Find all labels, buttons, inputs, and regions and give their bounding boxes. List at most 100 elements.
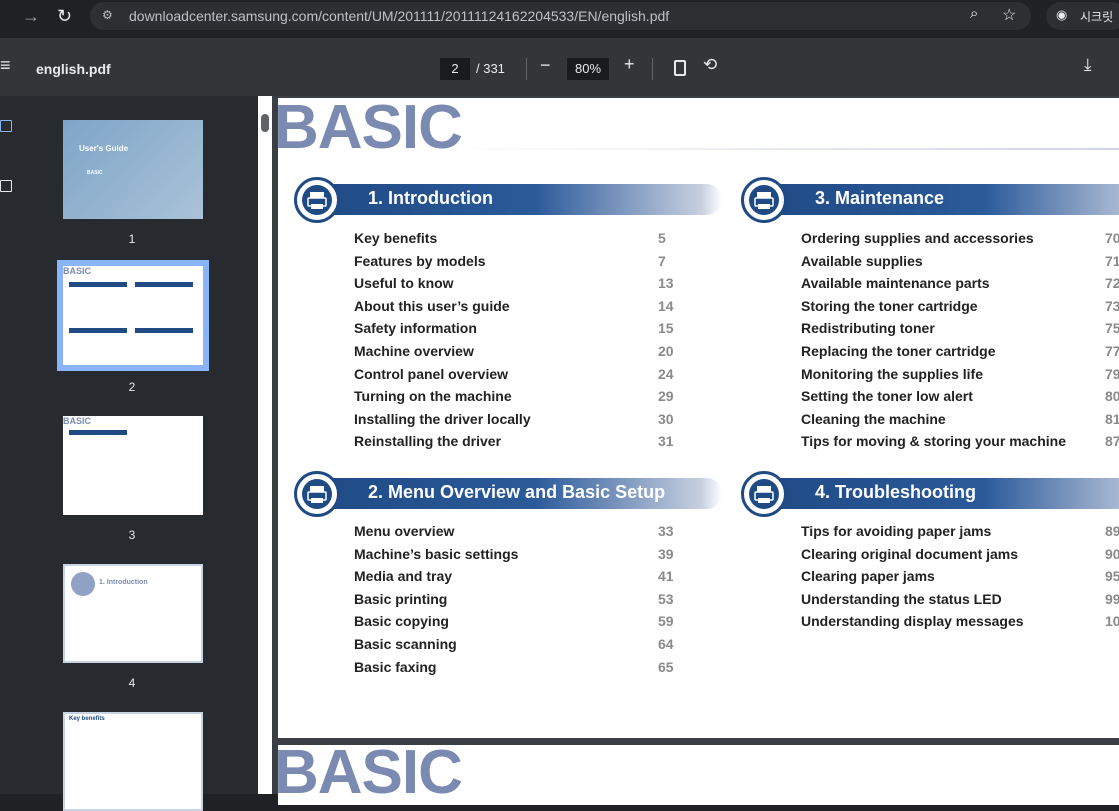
toc-entry[interactable]: Understanding display messages 101 <box>801 613 1119 636</box>
url-field[interactable]: ⚙ downloadcenter.samsung.com/content/UM/… <box>90 2 1031 30</box>
magnifier-icon[interactable]: ⌕ <box>970 5 978 22</box>
toc-entry[interactable]: Available maintenance parts 72 <box>801 275 1119 298</box>
toc-entry-page: 101 <box>1105 613 1119 630</box>
thumbnail-decor <box>71 572 95 596</box>
toc-entry-page: 71 <box>1105 252 1119 269</box>
thumbnail-title: User's Guide <box>79 144 129 153</box>
section-header-4: 4. Troubleshooting <box>753 478 1119 509</box>
reload-icon[interactable]: ↻ <box>57 0 72 32</box>
toc-entry[interactable]: Clearing original document jams 90 <box>801 546 1119 569</box>
site-info-icon[interactable]: ⚙ <box>102 8 113 22</box>
thumbnail-sidebar: User's Guide BASIC 1 BASIC 2 BASIC 3 1. … <box>0 96 258 811</box>
toc-entry-label: Basic printing <box>354 590 448 607</box>
thumbnail-page-1[interactable]: User's Guide BASIC <box>63 120 203 219</box>
toc-entry[interactable]: Available supplies 71 <box>801 252 1119 276</box>
page-number-input[interactable]: 2 <box>440 58 470 80</box>
toc-entry[interactable]: Control panel overview 24 <box>354 366 674 389</box>
toc-entry[interactable]: Menu overview 33 <box>354 523 674 546</box>
toc-entry[interactable]: Tips for moving & storing your machine 87 <box>801 433 1119 456</box>
toc-entry-page: 99 <box>1105 590 1119 607</box>
toc-entry[interactable]: Media and tray 41 <box>354 568 674 591</box>
toc-entry-label: Available supplies <box>801 252 923 269</box>
toc-entry-page: 14 <box>658 297 674 314</box>
plus-icon[interactable]: + <box>624 54 635 75</box>
toc-entry[interactable]: About this user’s guide 14 <box>354 298 674 321</box>
incognito-profile-button[interactable]: ◉ 시크릿 <box>1046 2 1119 30</box>
toc-entry-label: Basic faxing <box>354 658 437 675</box>
toc-entry[interactable]: Turning on the machine 29 <box>354 388 674 411</box>
zoom-input[interactable]: 80% <box>567 58 609 80</box>
toc-entry[interactable]: Machine overview 20 <box>354 342 674 366</box>
toc-entry[interactable]: Basic scanning 64 <box>354 636 674 659</box>
incognito-icon: ◉ <box>1056 7 1068 22</box>
toc-entry[interactable]: Reinstalling the driver 31 <box>354 433 674 456</box>
pdf-toolbar: ≡ english.pdf 2 / 331 − 80% + ⟲ ⤓ <box>0 38 1119 96</box>
download-icon[interactable]: ⤓ <box>1084 55 1092 75</box>
toc-entry[interactable]: Cleaning the machine 81 <box>801 410 1119 434</box>
toc-list: Key benefits 5 Features by models 7 Useful t… <box>354 230 674 456</box>
pdf-page-3: BASIC <box>278 745 1119 805</box>
thumbnail-page-5[interactable]: Key benefits <box>63 712 203 811</box>
toc-entry-label: Cleaning the machine <box>801 410 946 427</box>
toc-entry-page: 20 <box>658 342 674 359</box>
toc-entry-label: Key benefits <box>354 230 438 246</box>
toc-entry[interactable]: Storing the toner cartridge 73 <box>801 298 1119 321</box>
toc-entry[interactable]: Basic copying 59 <box>354 613 674 636</box>
scrollbar-track[interactable] <box>258 96 272 794</box>
thumbnail-subtitle: BASIC <box>87 170 103 176</box>
hamburger-icon[interactable]: ≡ <box>0 55 11 76</box>
toc-entry[interactable]: Understanding the status LED 99 <box>801 591 1119 614</box>
thumbnail-page-2[interactable]: BASIC <box>57 260 209 371</box>
page-total: / 331 <box>476 61 505 76</box>
toc-entry[interactable]: Basic faxing 65 <box>354 658 674 682</box>
toc-entry-label: Media and tray <box>354 568 453 585</box>
url-text: downloadcenter.samsung.com/content/UM/20… <box>129 8 670 24</box>
toc-entry[interactable]: Ordering supplies and accessories 70 <box>801 230 1119 253</box>
forward-arrow-icon[interactable]: → <box>22 0 40 32</box>
thumbnail-page-3[interactable]: BASIC <box>63 416 203 515</box>
toc-entry-label: Machine’s basic settings <box>354 545 519 562</box>
toc-entry[interactable]: Machine’s basic settings 39 <box>354 545 674 569</box>
toc-entry[interactable]: Setting the toner low alert 80 <box>801 388 1119 411</box>
toc-entry-page: 95 <box>1105 568 1119 585</box>
toc-entry-label: Menu overview <box>354 523 455 539</box>
toc-entry-label: Basic copying <box>354 613 449 630</box>
toc-entry-page: 59 <box>658 613 674 630</box>
toc-entry-page: 89 <box>1105 523 1119 539</box>
toc-entry[interactable]: Installing the driver locally 30 <box>354 410 674 434</box>
thumbnail-title: BASIC <box>63 266 92 276</box>
toc-entry[interactable]: Clearing paper jams 95 <box>801 568 1119 591</box>
toc-entry[interactable]: Basic printing 53 <box>354 590 674 614</box>
section-header-2: 2. Menu Overview and Basic Setup <box>306 478 722 509</box>
toc-entry[interactable]: Redistributing toner 75 <box>801 320 1119 343</box>
toc-entry[interactable]: Key benefits 5 <box>354 230 666 253</box>
toc-entry-page: 65 <box>658 658 674 675</box>
toc-entry-page: 64 <box>658 635 674 652</box>
toc-entry-label: Machine overview <box>354 342 474 359</box>
toc-entry[interactable]: Monitoring the supplies life 79 <box>801 366 1119 389</box>
scrollbar-thumb[interactable] <box>261 114 269 132</box>
minus-icon[interactable]: − <box>540 55 551 76</box>
toc-entry[interactable]: Tips for avoiding paper jams 89 <box>801 523 1119 546</box>
section-title: 4. Troubleshooting <box>815 482 976 502</box>
toc-entry-label: Installing the driver locally <box>354 410 531 427</box>
list-icon[interactable] <box>0 180 12 192</box>
fit-page-icon[interactable] <box>674 60 686 76</box>
image-icon[interactable] <box>0 120 12 132</box>
star-icon[interactable]: ☆ <box>1002 5 1016 25</box>
printer-icon <box>294 471 340 517</box>
rotate-icon[interactable]: ⟲ <box>703 55 717 75</box>
toc-entry[interactable]: Safety information 15 <box>354 320 674 343</box>
thumbnail-page-4[interactable]: 1. Introduction <box>63 564 203 663</box>
toc-entry-page: 39 <box>658 545 674 562</box>
printer-icon <box>741 471 787 517</box>
heading-rule <box>448 148 1119 150</box>
toc-entry[interactable]: Useful to know 13 <box>354 275 674 298</box>
thumbnail-title: BASIC <box>63 416 92 426</box>
toc-entry[interactable]: Replacing the toner cartridge 77 <box>801 343 1119 366</box>
browser-address-bar: → ↻ ⚙ downloadcenter.samsung.com/content… <box>0 0 1119 32</box>
thumbnail-decor <box>69 282 127 287</box>
toc-entry-page: 87 <box>1105 433 1119 450</box>
toc-entry[interactable]: Features by models 7 <box>354 253 666 276</box>
toc-entry-label: Useful to know <box>354 275 454 292</box>
